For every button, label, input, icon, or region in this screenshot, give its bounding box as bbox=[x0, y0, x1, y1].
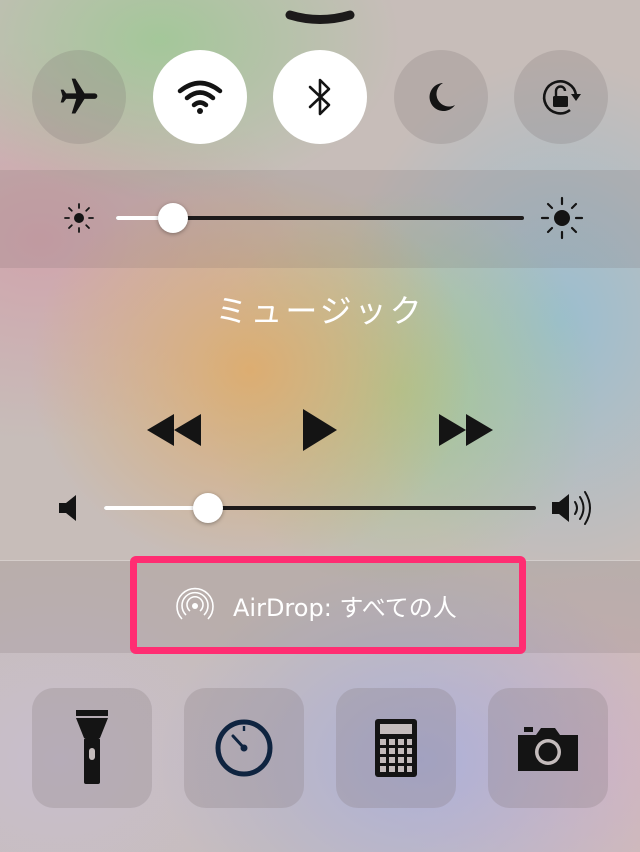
wifi-icon bbox=[177, 80, 223, 114]
rewind-button[interactable] bbox=[144, 410, 204, 450]
fast-forward-icon bbox=[439, 414, 493, 446]
do-not-disturb-toggle[interactable] bbox=[394, 50, 488, 144]
sun-small-icon bbox=[64, 203, 94, 233]
camera-icon bbox=[518, 727, 578, 771]
timer-icon bbox=[215, 719, 273, 777]
rewind-icon bbox=[147, 414, 201, 446]
rotation-lock-icon bbox=[542, 80, 581, 115]
flashlight-icon bbox=[76, 710, 108, 784]
calculator-button[interactable] bbox=[336, 688, 456, 808]
flashlight-button[interactable] bbox=[32, 688, 152, 808]
airdrop-button[interactable]: AirDrop: すべての人 bbox=[130, 556, 526, 654]
timer-button[interactable] bbox=[184, 688, 304, 808]
airdrop-label: AirDrop: すべての人 bbox=[233, 593, 457, 622]
wifi-toggle[interactable] bbox=[153, 50, 247, 144]
airplane-mode-toggle[interactable] bbox=[32, 50, 126, 144]
volume-slider-thumb[interactable] bbox=[192, 493, 223, 523]
bluetooth-icon bbox=[308, 78, 331, 116]
airplane-icon bbox=[60, 78, 98, 114]
speaker-icon bbox=[59, 495, 76, 521]
airdrop-icon bbox=[176, 587, 214, 620]
chevron-down-icon[interactable] bbox=[284, 10, 356, 30]
sun-large-icon bbox=[540, 196, 584, 240]
volume-slider[interactable] bbox=[104, 506, 536, 510]
speaker-loud-icon bbox=[552, 491, 591, 525]
fast-forward-button[interactable] bbox=[436, 410, 496, 450]
moon-icon bbox=[429, 83, 455, 111]
music-title: ミュージック bbox=[215, 292, 425, 330]
bluetooth-toggle[interactable] bbox=[273, 50, 367, 144]
rotation-lock-toggle[interactable] bbox=[514, 50, 608, 144]
calculator-icon bbox=[375, 719, 417, 777]
play-icon bbox=[303, 409, 337, 451]
brightness-slider-thumb[interactable] bbox=[158, 203, 189, 233]
camera-button[interactable] bbox=[488, 688, 608, 808]
play-button[interactable] bbox=[296, 405, 342, 455]
